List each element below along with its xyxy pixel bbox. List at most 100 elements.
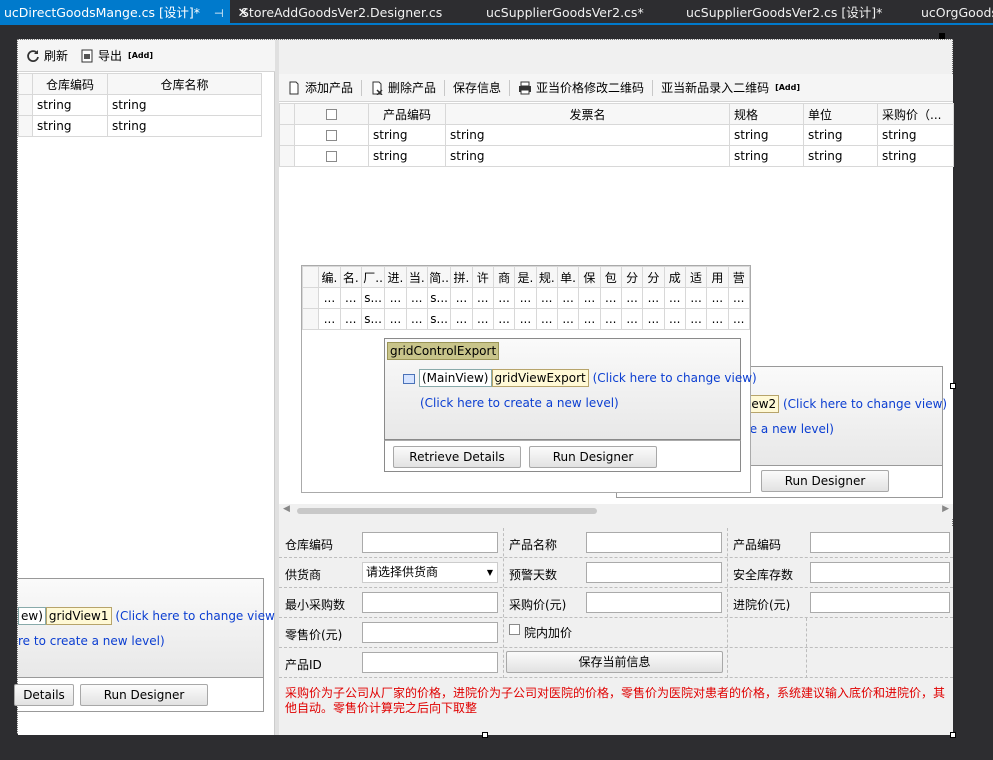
table-cell[interactable]: string: [729, 145, 804, 167]
table-cell[interactable]: ...: [535, 287, 558, 309]
table-cell[interactable]: string: [368, 124, 446, 146]
new-qr-button[interactable]: 亚当新品录入二维码: [661, 79, 769, 96]
product-code-input[interactable]: [810, 532, 950, 553]
scroll-right-icon[interactable]: ▶: [942, 504, 949, 514]
run-designer-button[interactable]: Run Designer: [761, 470, 889, 492]
table-cell[interactable]: string: [729, 124, 804, 146]
table-cell[interactable]: string: [803, 145, 878, 167]
product-grid[interactable]: 产品编码 发票名 规格 单位 采购价（... string string str…: [279, 103, 954, 167]
table-cell[interactable]: s...: [426, 287, 452, 309]
table-cell[interactable]: ...: [642, 287, 665, 309]
table-cell[interactable]: ...: [492, 308, 516, 330]
select-all-checkbox-header[interactable]: [294, 103, 369, 125]
table-cell[interactable]: ...: [471, 308, 494, 330]
table-cell[interactable]: ...: [471, 287, 494, 309]
new-level-link[interactable]: te a new level): [745, 422, 834, 436]
column-header[interactable]: 营: [727, 266, 751, 288]
table-cell[interactable]: string: [107, 94, 262, 116]
table-cell[interactable]: ...: [663, 308, 686, 330]
column-header[interactable]: 编.: [318, 266, 341, 288]
table-cell[interactable]: ...: [339, 308, 362, 330]
row-checkbox-cell[interactable]: [294, 124, 369, 146]
export-button[interactable]: 导出: [80, 47, 122, 64]
table-cell[interactable]: s...: [360, 308, 386, 330]
table-cell[interactable]: string: [877, 124, 954, 146]
warehouse-grid[interactable]: 仓库编码 仓库名称 string string string string: [18, 73, 262, 137]
table-row[interactable]: ...... s......... s.......................…: [301, 287, 751, 309]
column-header[interactable]: 进.: [384, 266, 407, 288]
table-cell[interactable]: string: [368, 145, 446, 167]
delete-product-button[interactable]: 删除产品: [370, 79, 436, 96]
add-product-button[interactable]: 添加产品: [287, 79, 353, 96]
tab-ucdirectgoodsmange-design[interactable]: ucDirectGoodsMange.cs [设计]* ⊣ ✕: [0, 0, 248, 25]
table-cell[interactable]: string: [877, 145, 954, 167]
resize-handle[interactable]: [950, 383, 956, 389]
safe-stock-input[interactable]: [810, 562, 950, 583]
product-id-input[interactable]: [362, 652, 498, 673]
tab-ucorggoods[interactable]: ucOrgGoods: [915, 0, 993, 25]
add-tag[interactable]: [Add]: [775, 83, 800, 92]
row-indicator[interactable]: [18, 115, 33, 137]
price-qr-button[interactable]: 亚当价格修改二维码: [518, 79, 644, 96]
column-header[interactable]: 分: [620, 266, 644, 288]
table-cell[interactable]: ...: [450, 308, 473, 330]
table-cell[interactable]: ...: [578, 287, 601, 309]
table-cell[interactable]: ...: [727, 287, 751, 309]
horizontal-scrollbar[interactable]: ◀ ▶: [279, 504, 953, 518]
add-tag[interactable]: [Add]: [128, 51, 153, 60]
table-cell[interactable]: ...: [339, 287, 362, 309]
column-header[interactable]: 适: [684, 266, 708, 288]
column-header[interactable]: 采购价（...: [877, 103, 954, 125]
table-cell[interactable]: ...: [318, 287, 341, 309]
column-header[interactable]: 成: [663, 266, 686, 288]
table-cell[interactable]: ...: [599, 308, 622, 330]
column-header[interactable]: 包: [599, 266, 622, 288]
smart-tag-icon[interactable]: [939, 33, 945, 39]
table-cell[interactable]: ...: [535, 308, 558, 330]
column-header[interactable]: 厂..: [360, 266, 386, 288]
tab-ucsuppliergoodsver2-cs[interactable]: ucSupplierGoodsVer2.cs*: [480, 0, 644, 25]
resize-handle[interactable]: [482, 732, 488, 738]
warehouse-code-input[interactable]: [362, 532, 498, 553]
save-current-button[interactable]: 保存当前信息: [506, 651, 723, 673]
supplier-select[interactable]: 请选择供货商 ▼: [362, 562, 498, 583]
select-all-checkbox[interactable]: [326, 109, 337, 120]
table-cell[interactable]: ...: [318, 308, 341, 330]
table-row[interactable]: string string: [18, 94, 262, 116]
column-header[interactable]: 商: [492, 266, 516, 288]
row-indicator[interactable]: [301, 308, 320, 330]
retrieve-details-button[interactable]: Retrieve Details: [393, 446, 521, 468]
tab-storeaddgoodsver2-designer[interactable]: StoreAddGoodsVer2.Designer.cs: [235, 0, 442, 25]
vertical-splitter[interactable]: [275, 40, 279, 735]
table-cell[interactable]: ...: [405, 287, 428, 309]
table-row[interactable]: string string string string string: [279, 124, 954, 146]
table-cell[interactable]: ...: [514, 308, 537, 330]
column-header[interactable]: 分: [642, 266, 665, 288]
column-header[interactable]: 单位: [803, 103, 878, 125]
column-header[interactable]: 单.: [556, 266, 580, 288]
in-hospital-markup-checkbox[interactable]: [509, 624, 520, 635]
table-cell[interactable]: ...: [514, 287, 537, 309]
row-indicator[interactable]: [18, 94, 33, 116]
column-header[interactable]: 仓库名称: [107, 73, 262, 95]
table-cell[interactable]: ...: [663, 287, 686, 309]
warning-days-input[interactable]: [586, 562, 722, 583]
run-designer-button[interactable]: Run Designer: [529, 446, 657, 468]
column-header[interactable]: 规.: [535, 266, 558, 288]
row-indicator[interactable]: [279, 124, 295, 146]
table-cell[interactable]: s...: [360, 287, 386, 309]
table-cell[interactable]: ...: [556, 308, 580, 330]
run-designer-button[interactable]: Run Designer: [80, 684, 208, 706]
scrollbar-thumb[interactable]: [297, 508, 597, 514]
table-cell[interactable]: ...: [450, 287, 473, 309]
row-indicator[interactable]: [301, 287, 320, 309]
grid-control-export-chip[interactable]: gridControlExport: [387, 342, 500, 360]
new-level-link[interactable]: re to create a new level): [18, 634, 165, 648]
table-row[interactable]: ...... s......... s.......................…: [301, 308, 751, 330]
table-cell[interactable]: ...: [578, 308, 601, 330]
table-cell[interactable]: ...: [706, 287, 729, 309]
table-cell[interactable]: ...: [706, 308, 729, 330]
change-view-link[interactable]: (Click here to change view): [783, 397, 947, 411]
row-checkbox-cell[interactable]: [294, 145, 369, 167]
column-header[interactable]: 名.: [339, 266, 362, 288]
